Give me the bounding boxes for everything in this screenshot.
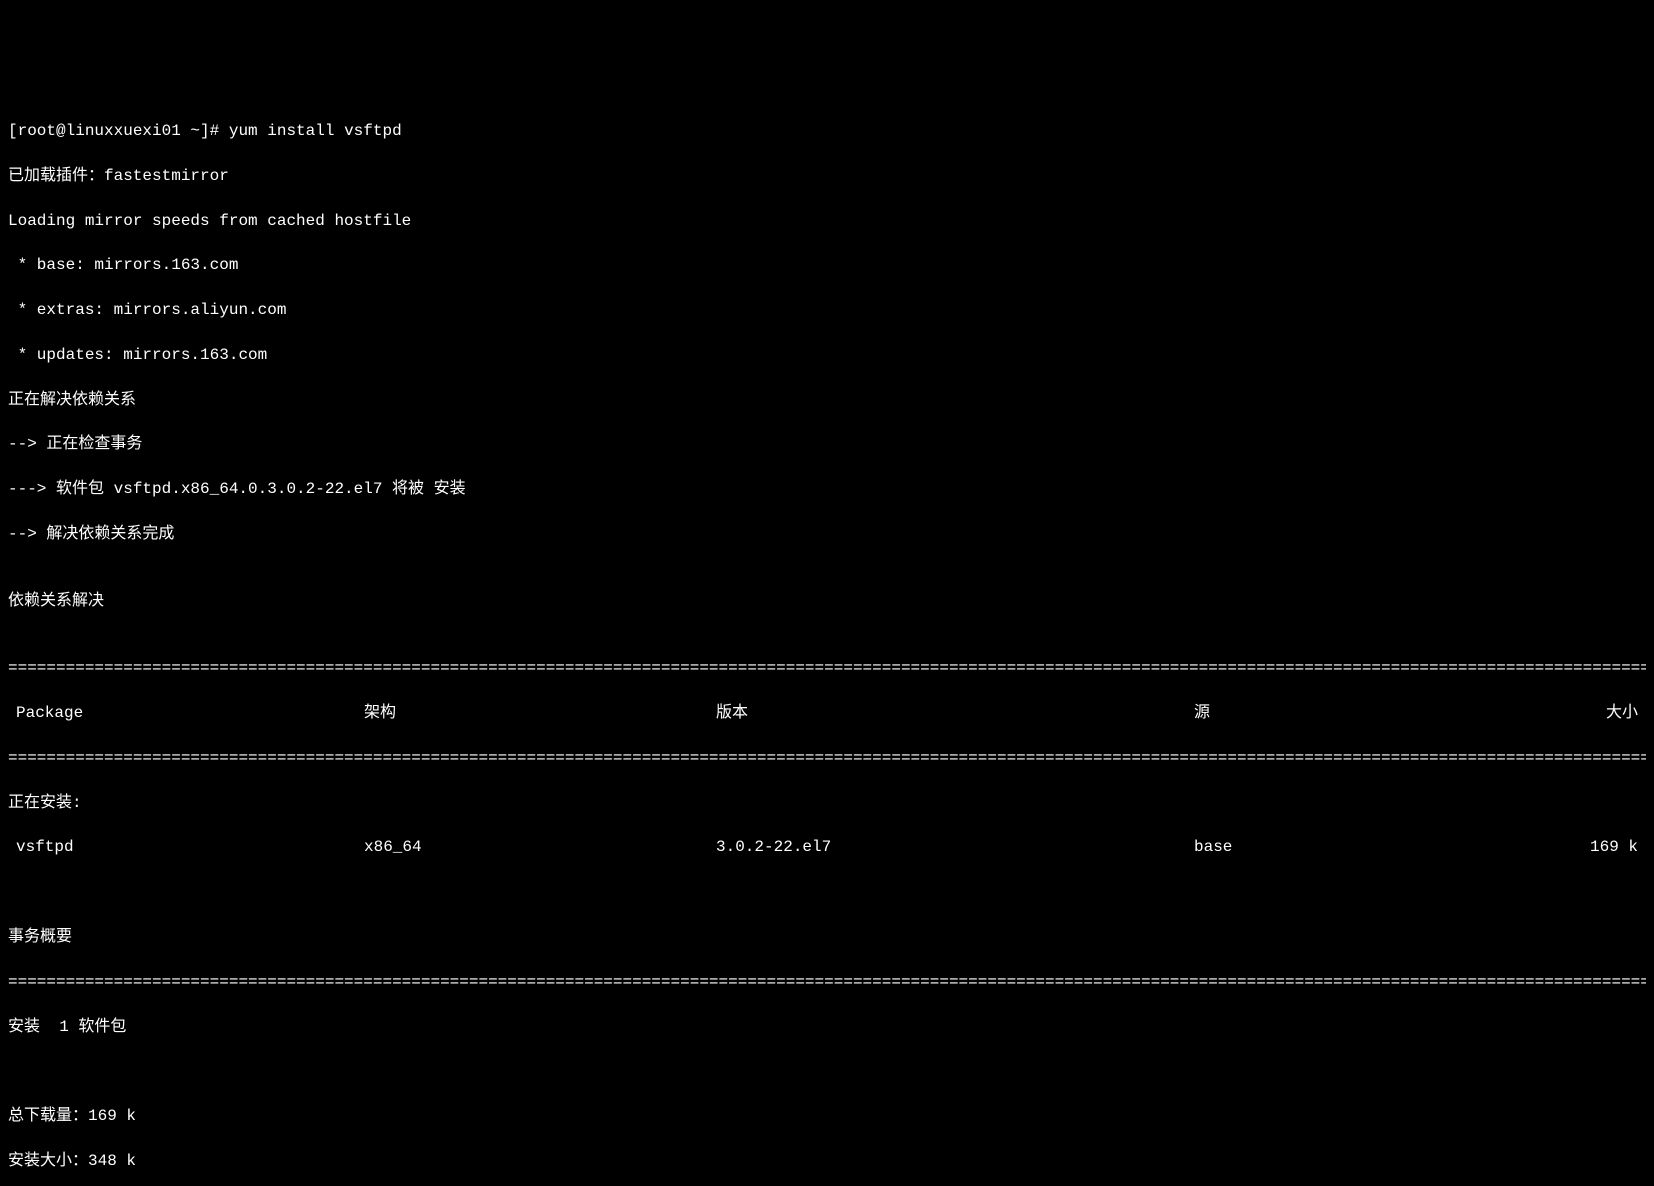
header-size: 大小: [1510, 702, 1646, 724]
output-line: * base: mirrors.163.com: [8, 254, 1646, 276]
table-header-row: Package架构版本源大小: [8, 702, 1646, 724]
output-line: 依赖关系解决: [8, 590, 1646, 612]
package-size: 169 k: [1510, 836, 1646, 858]
header-repo: 源: [1194, 702, 1510, 724]
output-line: Loading mirror speeds from cached hostfi…: [8, 210, 1646, 232]
package-name: vsftpd: [8, 836, 364, 858]
package-version: 3.0.2-22.el7: [716, 836, 1194, 858]
header-version: 版本: [716, 702, 1194, 724]
install-count: 安装 1 软件包: [8, 1016, 1646, 1038]
package-arch: x86_64: [364, 836, 716, 858]
shell-prompt: [root@linuxxuexi01 ~]#: [8, 122, 229, 140]
output-line: --> 正在检查事务: [8, 433, 1646, 455]
terminal-output: [root@linuxxuexi01 ~]# yum install vsftp…: [8, 98, 1646, 1186]
blank-line: [8, 1060, 1646, 1082]
header-arch: 架构: [364, 702, 716, 724]
download-size: 总下载量：169 k: [8, 1105, 1646, 1127]
installing-label: 正在安装:: [8, 792, 1646, 814]
output-line: 已加载插件：fastestmirror: [8, 165, 1646, 187]
table-row: vsftpdx86_643.0.2-22.el7base169 k: [8, 836, 1646, 858]
install-size: 安装大小：348 k: [8, 1150, 1646, 1172]
divider-line: ========================================…: [8, 747, 1646, 769]
command-line: [root@linuxxuexi01 ~]# yum install vsftp…: [8, 120, 1646, 142]
output-line: * updates: mirrors.163.com: [8, 344, 1646, 366]
output-line: --> 解决依赖关系完成: [8, 523, 1646, 545]
blank-line: [8, 881, 1646, 903]
header-package: Package: [8, 702, 364, 724]
shell-command: yum install vsftpd: [229, 122, 402, 140]
summary-label: 事务概要: [8, 926, 1646, 948]
divider-line: ========================================…: [8, 657, 1646, 679]
divider-line: ========================================…: [8, 971, 1646, 993]
output-line: * extras: mirrors.aliyun.com: [8, 299, 1646, 321]
output-line: ---> 软件包 vsftpd.x86_64.0.3.0.2-22.el7 将被…: [8, 478, 1646, 500]
output-line: 正在解决依赖关系: [8, 389, 1646, 411]
package-repo: base: [1194, 836, 1510, 858]
